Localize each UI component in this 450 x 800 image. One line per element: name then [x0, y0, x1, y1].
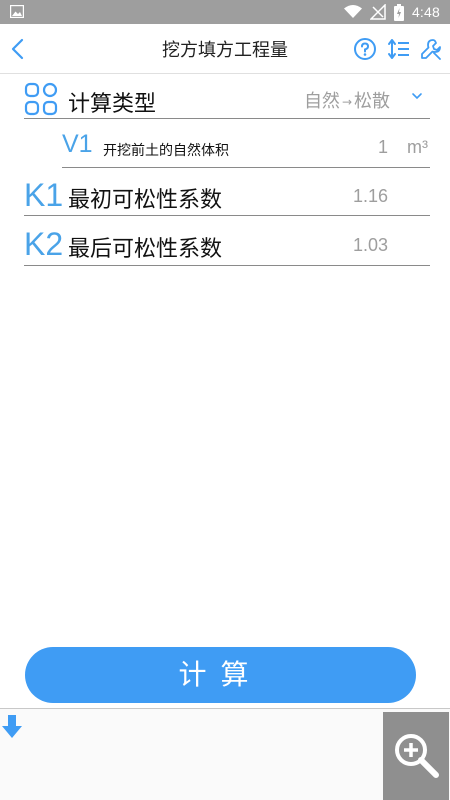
tools-icon[interactable]	[419, 37, 443, 61]
k2-input[interactable]: 1.03	[353, 235, 388, 256]
calc-type-to: 松散	[354, 91, 390, 112]
calc-type-arrow: →	[341, 95, 352, 109]
zoom-in-icon	[395, 734, 439, 778]
image-icon	[10, 5, 24, 18]
calc-type-row[interactable]: 计算类型 自然 → 松散	[24, 78, 430, 119]
k1-label: 最初可松性系数	[68, 188, 223, 213]
k1-input[interactable]: 1.16	[353, 186, 388, 207]
k1-row: K1 最初可松性系数 1.16	[24, 176, 430, 216]
calc-type-select[interactable]: 自然 → 松散	[304, 87, 390, 113]
k2-label: 最后可松性系数	[68, 237, 223, 262]
zoom-button[interactable]	[383, 712, 449, 800]
v1-symbol: V1	[62, 130, 93, 158]
signal-icon	[369, 4, 386, 20]
bottom-bar	[0, 708, 450, 800]
grid-icon	[24, 82, 58, 116]
v1-label: 开挖前土的自然体积	[103, 143, 229, 159]
sort-icon[interactable]	[387, 37, 411, 61]
v1-input[interactable]: 1	[378, 137, 388, 158]
k2-symbol: K2	[24, 226, 64, 262]
download-icon[interactable]	[1, 713, 23, 739]
app-bar: 挖方填方工程量	[0, 24, 450, 74]
chevron-down-icon[interactable]	[410, 90, 424, 102]
help-icon[interactable]	[353, 37, 377, 61]
k2-row: K2 最后可松性系数 1.03	[24, 225, 430, 266]
calc-type-from: 自然	[303, 91, 340, 112]
wifi-icon	[343, 5, 362, 18]
calculate-button[interactable]: 计算	[25, 647, 416, 703]
k1-symbol: K1	[24, 177, 64, 213]
page-title: 挖方填方工程量	[162, 40, 288, 61]
v1-unit: m³	[407, 137, 428, 157]
battery-icon	[393, 3, 404, 21]
v1-row: V1 开挖前土的自然体积 1 m³	[62, 128, 430, 168]
status-time: 4:48	[411, 4, 440, 20]
calc-type-label: 计算类型	[68, 92, 157, 117]
status-bar: 4:48	[0, 0, 450, 24]
